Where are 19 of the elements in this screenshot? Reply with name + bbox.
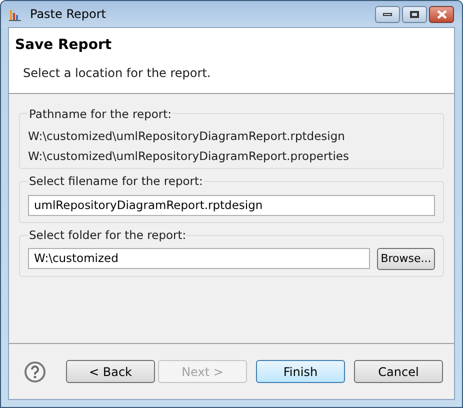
bar-chart-icon: [9, 8, 22, 20]
page-title: Save Report: [15, 36, 113, 55]
dialog-button[interactable]: < Back: [66, 360, 155, 383]
browse-button[interactable]: Browse...: [377, 248, 435, 270]
dialog-button[interactable]: Finish: [256, 360, 345, 383]
page-description: Select a location for the report.: [23, 65, 212, 82]
path-text: W:\customized\umlRepositoryDiagramReport.rptdesign: [28, 129, 346, 144]
group-label: Select filename for the report:: [28, 173, 204, 190]
window-title: Paste Report: [30, 6, 107, 23]
minimize-button[interactable]: [375, 6, 400, 22]
filename-field[interactable]: umlRepositoryDiagramReport.rptdesign: [28, 194, 435, 216]
folder-field[interactable]: W:\customized: [28, 248, 370, 269]
group-label: Pathname for the report:: [28, 106, 173, 124]
close-icon: [436, 10, 446, 18]
dialog-button[interactable]: Cancel: [354, 360, 443, 383]
path-text: W:\customized\umlRepositoryDiagramReport.properties: [28, 149, 350, 164]
maximize-button[interactable]: [402, 6, 427, 22]
help-icon[interactable]: [24, 360, 46, 382]
close-button[interactable]: [429, 6, 454, 22]
